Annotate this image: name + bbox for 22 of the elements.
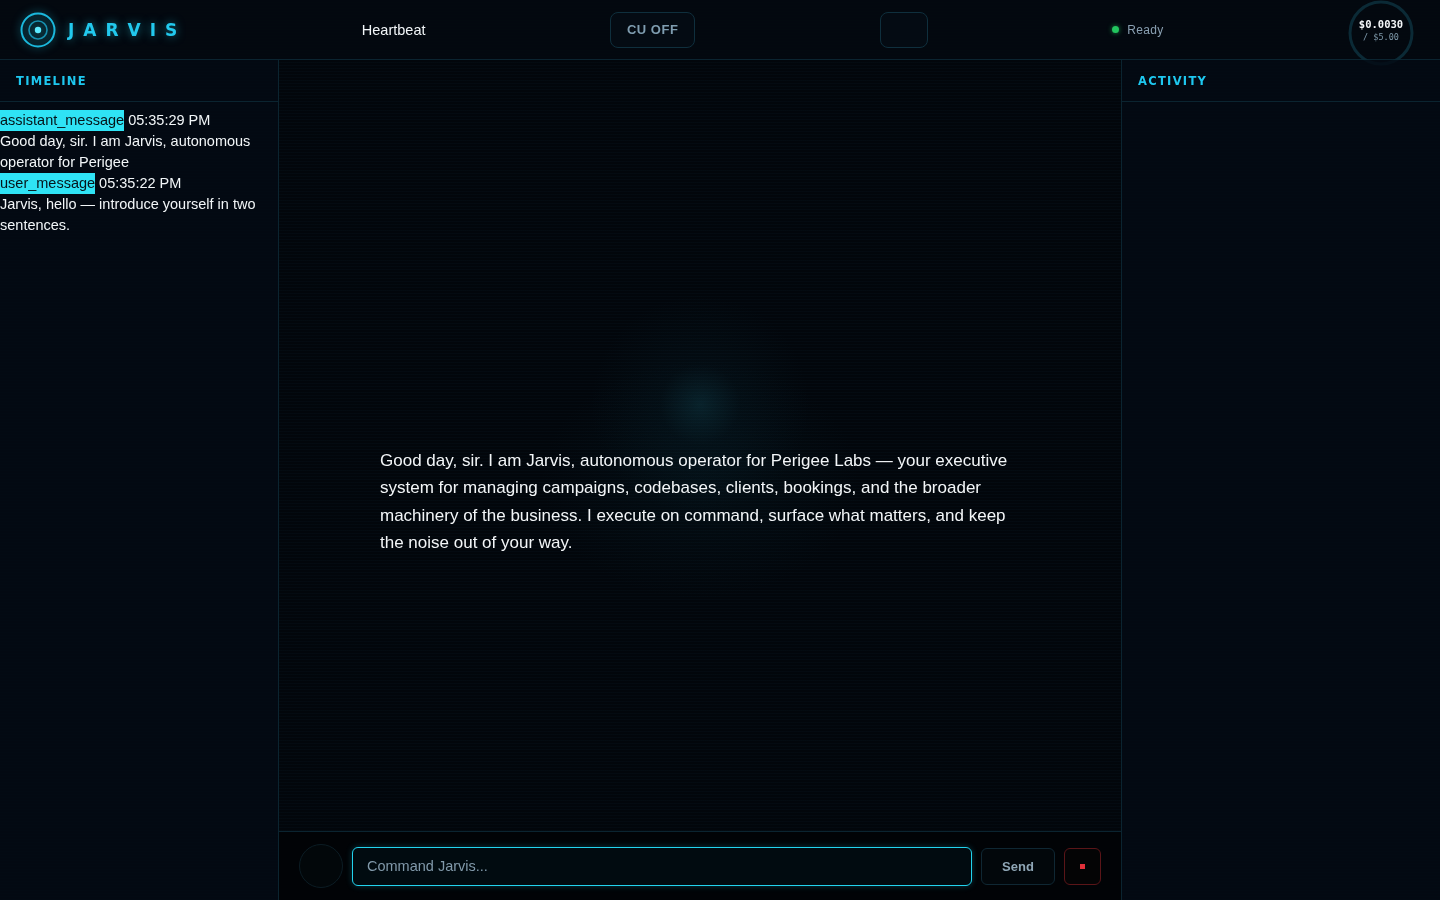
ring-logo-icon: [20, 11, 56, 48]
mode-label: Heartbeat: [361, 21, 426, 38]
cost-budget: / $5.00: [1363, 32, 1399, 42]
send-button[interactable]: Send: [981, 847, 1055, 885]
cu-toggle-button[interactable]: CU OFF: [609, 11, 696, 48]
stop-icon: [1080, 863, 1085, 869]
round-button[interactable]: [299, 844, 343, 888]
app-logo-text: JARVIS: [68, 19, 187, 40]
panel-title: TIMELINE: [16, 73, 87, 88]
event-type: assistant_message: [0, 110, 125, 131]
status-label: Ready: [1127, 22, 1164, 37]
assistant-message: Good day, sir. I am Jarvis, autonomous operator for Perigee Labs — your executive system for managing campaigns, codebases, clients, bookings, and the broader machinery of the business. I execute on command, surface what matters, and keep the noise out of your way.: [380, 449, 1009, 554]
command-input[interactable]: Command Jarvis...: [352, 846, 972, 886]
stop-button[interactable]: [1064, 847, 1101, 885]
panel-title: ACTIVITY: [1138, 73, 1208, 88]
event-text: Good day, sir. I am Jarvis, autonomous operator for Perigee: [0, 132, 252, 172]
event-time: 05:35:22 PM: [99, 174, 182, 193]
event-text: Jarvis, hello — introduce yourself in two sentences.: [0, 195, 257, 235]
cost-spent: $0.0030: [1358, 18, 1404, 30]
event-time: 05:35:29 PM: [128, 111, 211, 130]
empty-button[interactable]: [879, 11, 928, 48]
event-type: user_message: [0, 173, 96, 194]
